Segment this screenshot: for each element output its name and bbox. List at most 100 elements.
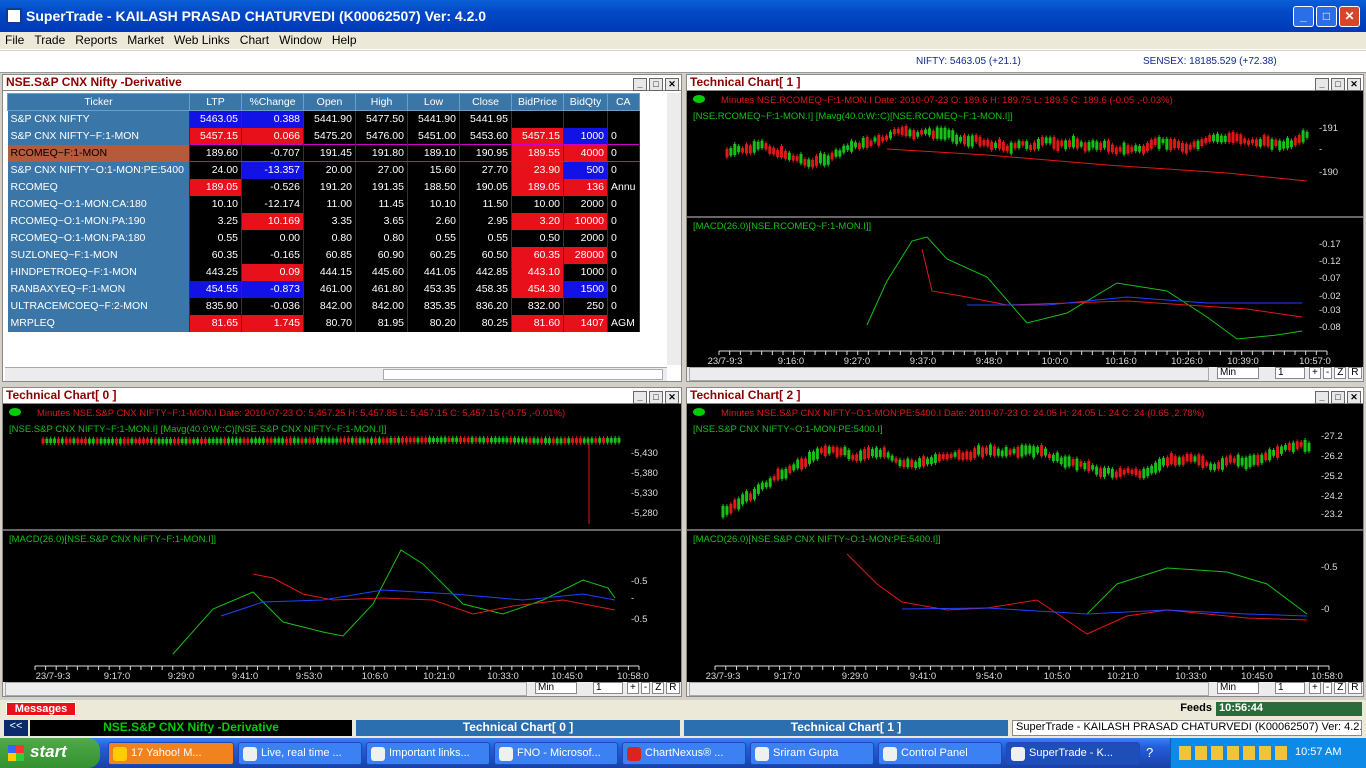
chart-1-canvas[interactable]: Minutes NSE.RCOMEQ~F:1-MON.I Date: 2010-…: [687, 91, 1363, 367]
column-header[interactable]: Close: [459, 93, 512, 111]
minimize-icon[interactable]: _: [633, 391, 647, 404]
column-header[interactable]: BidPrice: [511, 93, 564, 111]
task-sriram-gupta[interactable]: Sriram Gupta: [750, 742, 874, 765]
watch-row[interactable]: MRPLEQ 81.65 1.745 80.70 81.95 80.20 80.25 81.6…: [7, 314, 640, 332]
zoom-button[interactable]: Z: [652, 682, 665, 694]
watch-row[interactable]: SUZLONEQ~F:1-MON 60.35 -0.165 60.85 60.90 60.…: [7, 246, 640, 264]
chart-2-period-select[interactable]: Min: [1215, 682, 1259, 694]
zoom-in-button[interactable]: +: [627, 682, 639, 694]
task-control-panel[interactable]: Control Panel: [878, 742, 1002, 765]
watch-row[interactable]: ULTRACEMCOEQ~F:2-MON 835.90 -0.036 842.00 84…: [7, 297, 640, 315]
candle-body: [1236, 454, 1240, 467]
zoom-out-button[interactable]: -: [1322, 367, 1333, 379]
column-header[interactable]: Ticker: [7, 93, 190, 111]
chart-0-period-select[interactable]: Min: [533, 682, 577, 694]
value-cell: 3.35: [303, 212, 356, 230]
menu-trade[interactable]: Trade: [29, 32, 70, 48]
tab-chart-1[interactable]: Technical Chart[ 1 ]: [684, 720, 1008, 736]
watch-row[interactable]: HINDPETROEQ~F:1-MON 443.25 0.09 444.15 445.6…: [7, 263, 640, 281]
horizontal-scrollbar[interactable]: [5, 367, 667, 381]
close-button[interactable]: ✕: [1339, 6, 1360, 27]
maximize-button[interactable]: □: [1316, 6, 1337, 27]
watch-row[interactable]: S&P CNX NIFTY~F:1-MON 5457.15 0.066 5475.20…: [7, 127, 640, 145]
chart-1-period-select[interactable]: Min: [1215, 367, 1259, 379]
messages-button[interactable]: Messages: [6, 702, 76, 716]
close-icon[interactable]: ✕: [1347, 391, 1361, 404]
value-cell: 0: [607, 280, 640, 298]
column-header[interactable]: CA: [607, 93, 640, 111]
minimize-icon[interactable]: _: [1315, 78, 1329, 91]
task-supertrade[interactable]: SuperTrade - K...: [1006, 742, 1140, 765]
watch-row[interactable]: RCOMEQ 189.05 -0.526 191.20 191.35 188.50 190.…: [7, 178, 640, 196]
menu-chart[interactable]: Chart: [235, 32, 274, 48]
menu-reports[interactable]: Reports: [70, 32, 122, 48]
menu-web-links[interactable]: Web Links: [169, 32, 235, 48]
close-icon[interactable]: ✕: [665, 78, 679, 91]
maximize-icon[interactable]: □: [1331, 78, 1345, 91]
chart-2-canvas[interactable]: Minutes NSE.S&P CNX NIFTY~O:1-MON:PE:540…: [687, 404, 1363, 682]
chart-1-scrollbar[interactable]: [689, 367, 1209, 381]
candle-body: [1208, 135, 1212, 142]
maximize-icon[interactable]: □: [649, 391, 663, 404]
tray-icons[interactable]: [1179, 746, 1289, 760]
chart-info-text: Minutes NSE.S&P CNX NIFTY~O:1-MON:PE:540…: [721, 408, 1204, 419]
watch-row[interactable]: RCOMEQ~O:1-MON:CA:180 10.10 -12.174 11.00 11…: [7, 195, 640, 213]
watch-row[interactable]: S&P CNX NIFTY~O:1-MON:PE:5400 24.00 -13.35…: [7, 161, 640, 179]
minimize-button[interactable]: _: [1293, 6, 1314, 27]
watch-row[interactable]: RANBAXYEQ~F:1-MON 454.55 -0.873 461.00 461.8…: [7, 280, 640, 298]
zoom-out-button[interactable]: -: [640, 682, 651, 694]
chart-0-scrollbar[interactable]: [5, 682, 527, 696]
chart-2-scrollbar[interactable]: [689, 682, 1209, 696]
column-header[interactable]: High: [355, 93, 408, 111]
reset-button[interactable]: R: [666, 682, 680, 694]
task-yahoo-messenger[interactable]: 17 Yahoo! M...: [108, 742, 234, 765]
help-icon[interactable]: ?: [1146, 738, 1166, 768]
watch-row[interactable]: RCOMEQ~F:1-MON 189.60 -0.707 191.45 191.80 18…: [7, 144, 640, 162]
candle-body: [354, 438, 358, 443]
tab-market-watch[interactable]: NSE.S&P CNX Nifty -Derivative: [30, 720, 352, 736]
zoom-in-button[interactable]: +: [1309, 367, 1321, 379]
chart-2-interval[interactable]: 1: [1273, 682, 1305, 694]
column-header[interactable]: Open: [303, 93, 356, 111]
menu-help[interactable]: Help: [327, 32, 362, 48]
minimize-icon[interactable]: _: [633, 78, 647, 91]
time-axis-label: 10:58:0: [1311, 671, 1343, 682]
maximize-icon[interactable]: □: [649, 78, 663, 91]
menu-market[interactable]: Market: [122, 32, 169, 48]
zoom-in-button[interactable]: +: [1309, 682, 1321, 694]
maximize-icon[interactable]: □: [1331, 391, 1345, 404]
task-important-links[interactable]: Important links...: [366, 742, 490, 765]
close-icon[interactable]: ✕: [1347, 78, 1361, 91]
value-cell: 444.15: [303, 263, 356, 281]
task-chartnexus[interactable]: ChartNexus® ...: [622, 742, 746, 765]
candle-body: [811, 451, 815, 461]
scroll-thumb[interactable]: [383, 369, 663, 380]
menu-window[interactable]: Window: [274, 32, 327, 48]
watch-row[interactable]: S&P CNX NIFTY 5463.05 0.388 5441.90 5477.50 5…: [7, 110, 640, 128]
zoom-button[interactable]: Z: [1334, 367, 1347, 379]
column-header[interactable]: Low: [407, 93, 460, 111]
tab-back-button[interactable]: <<: [4, 720, 28, 736]
candle-body: [953, 452, 957, 457]
watch-row[interactable]: RCOMEQ~O:1-MON:PA:180 0.55 0.00 0.80 0.80 0.5…: [7, 229, 640, 247]
chart-0-interval[interactable]: 1: [591, 682, 623, 694]
watch-row[interactable]: RCOMEQ~O:1-MON:PA:190 3.25 10.169 3.35 3.65 2…: [7, 212, 640, 230]
chart-0-canvas[interactable]: Minutes NSE.S&P CNX NIFTY~F:1-MON.I Date…: [3, 404, 681, 682]
close-icon[interactable]: ✕: [665, 391, 679, 404]
candle-body: [1138, 470, 1142, 478]
zoom-button[interactable]: Z: [1334, 682, 1347, 694]
reset-button[interactable]: R: [1348, 367, 1362, 379]
chart-1-interval[interactable]: 1: [1273, 367, 1305, 379]
tab-chart-0[interactable]: Technical Chart[ 0 ]: [356, 720, 680, 736]
zoom-out-button[interactable]: -: [1322, 682, 1333, 694]
vertical-scrollbar[interactable]: [667, 93, 681, 365]
column-header[interactable]: LTP: [189, 93, 242, 111]
task-fno-excel[interactable]: FNO - Microsof...: [494, 742, 618, 765]
reset-button[interactable]: R: [1348, 682, 1362, 694]
column-header[interactable]: BidQty: [563, 93, 608, 111]
menu-file[interactable]: File: [0, 32, 29, 48]
column-header[interactable]: %Change: [241, 93, 304, 111]
minimize-icon[interactable]: _: [1315, 391, 1329, 404]
start-button[interactable]: start: [0, 738, 100, 768]
task-chrome[interactable]: Live, real time ...: [238, 742, 362, 765]
